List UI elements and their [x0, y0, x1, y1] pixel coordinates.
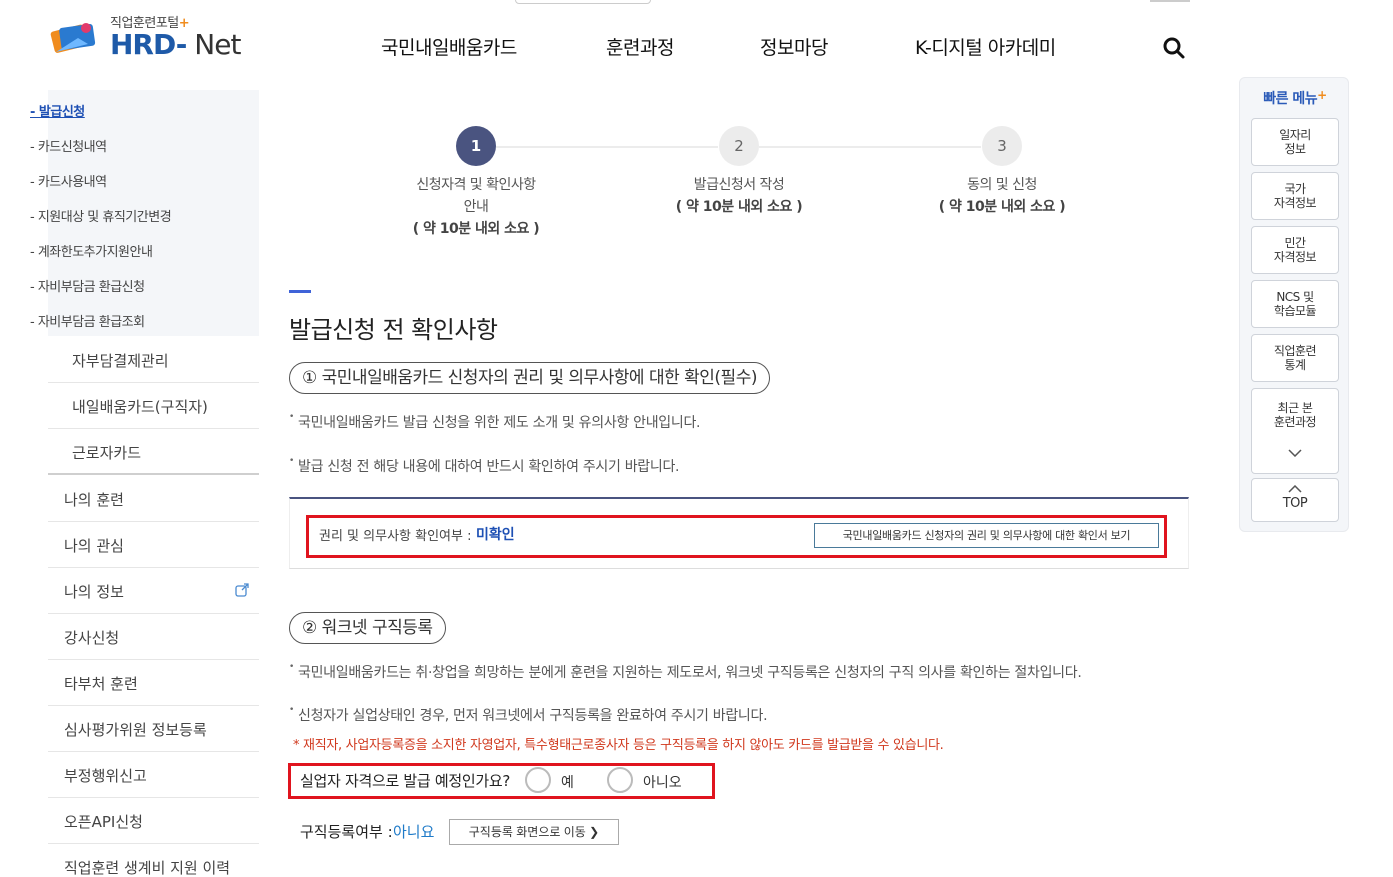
sidebar-group-label: 근로자카드 — [72, 444, 142, 462]
job-registration-value: 아니요 — [393, 823, 435, 841]
top-utility-tab — [515, 0, 651, 4]
step-3-time: ( 약 10분 내외 소요 ) — [938, 199, 1066, 215]
sidebar-my-interest[interactable]: 나의 관심 — [48, 522, 259, 568]
sidebar-evaluator-register[interactable]: 심사평가위원 정보등록 — [48, 706, 259, 752]
confirm-status-label: 권리 및 의무사항 확인여부 : — [319, 529, 472, 544]
sidebar-item-issue-apply[interactable]: - 발급신청 — [30, 101, 85, 120]
quick-training-stats[interactable]: 직업훈련 통계 — [1251, 334, 1339, 382]
step-3-circle: 3 — [982, 126, 1022, 166]
sidebar-item-refund-apply[interactable]: - 자비부담금 환급신청 — [30, 276, 145, 295]
sidebar-main-label: 직업훈련 생계비 지원 이력 — [64, 859, 231, 877]
job-registration-label: 구직등록여부 : — [300, 823, 393, 841]
sidebar-other-ministry-training[interactable]: 타부처 훈련 — [48, 660, 259, 706]
step-3-label: 동의 및 신청 ( 약 10분 내외 소요 ) — [892, 174, 1112, 218]
sidebar-main-label: 나의 정보 — [64, 583, 124, 601]
sidebar-main-label: 심사평가위원 정보등록 — [64, 721, 207, 739]
step-1-title-2: 안내 — [463, 199, 489, 215]
external-link-icon — [235, 583, 249, 597]
radio-no-label[interactable]: 아니오 — [643, 772, 682, 792]
sidebar-fraud-report[interactable]: 부정행위신고 — [48, 752, 259, 798]
step-2-title: 발급신청서 작성 — [693, 177, 785, 193]
sidebar-item-limit-info[interactable]: - 계좌한도추가지원안내 — [30, 241, 153, 260]
sidebar-main-label: 나의 훈련 — [64, 491, 124, 509]
quick-national-cert[interactable]: 국가 자격정보 — [1251, 172, 1339, 220]
quick-recent-courses[interactable]: 최근 본 훈련과정 — [1251, 388, 1339, 474]
sidebar-my-training[interactable]: 나의 훈련 — [48, 476, 259, 522]
view-rights-duties-button[interactable]: 국민내일배움카드 신청자의 권리 및 의무사항에 대한 확인서 보기 — [814, 523, 1159, 548]
sidebar-group-label: 자부담결제관리 — [72, 352, 169, 370]
step-1-time: ( 약 10분 내외 소요 ) — [412, 221, 540, 237]
radio-no[interactable] — [607, 767, 633, 793]
go-job-registration-button[interactable]: 구직등록 화면으로 이동 ❯ — [449, 819, 619, 845]
chevron-up-icon — [1288, 485, 1302, 493]
step-1-circle: 1 — [456, 126, 496, 166]
sidebar-instructor-apply[interactable]: 강사신청 — [48, 614, 259, 660]
gnb-training-courses[interactable]: 훈련과정 — [606, 33, 674, 60]
step-connector — [496, 146, 718, 148]
section1-bullet-2: 발급 신청 전 해당 내용에 대하여 반드시 확인하여 주시기 바랍니다. — [289, 456, 679, 476]
section2-bullet-1: 국민내일배움카드는 취·창업을 희망하는 분에게 훈련을 지원하는 제도로서, … — [289, 662, 1082, 682]
quick-menu: 빠른 메뉴+ 일자리 정보 국가 자격정보 민간 자격정보 NCS 및 학습모듈 직업훈… — [1239, 77, 1349, 532]
section2-note: * 재직자, 사업자등록증을 소지한 자영업자, 특수형태근로종사자 등은 구직… — [293, 738, 944, 753]
radio-yes[interactable] — [525, 767, 551, 793]
section2-heading: ② 워크넷 구직등록 — [289, 612, 446, 644]
sidebar-main-label: 오픈API신청 — [64, 813, 143, 831]
sidebar-item-card-history[interactable]: - 카드신청내역 — [30, 136, 107, 155]
step-connector — [759, 146, 981, 148]
search-icon[interactable] — [1162, 36, 1186, 60]
quick-ncs-modules[interactable]: NCS 및 학습모듈 — [1251, 280, 1339, 328]
sidebar-open-api[interactable]: 오픈API신청 — [48, 798, 259, 844]
step-2-label: 발급신청서 작성 ( 약 10분 내외 소요 ) — [629, 174, 849, 218]
sidebar-group-jobseeker-card[interactable]: 내일배움카드(구직자) — [48, 383, 259, 429]
step-2-time: ( 약 10분 내외 소요 ) — [675, 199, 803, 215]
quick-top-button[interactable]: TOP — [1251, 478, 1339, 522]
sidebar-main-label: 강사신청 — [64, 629, 120, 647]
sidebar-my-info[interactable]: 나의 정보 — [48, 568, 259, 614]
gnb-info-plaza[interactable]: 정보마당 — [760, 33, 828, 60]
sidebar-group-worker-card[interactable]: 근로자카드 — [48, 429, 259, 475]
section2-bullet-2: 신청자가 실업상태인 경우, 먼저 워크넷에서 구직등록을 완료하여 주시기 바… — [289, 705, 768, 725]
sidebar-item-support-change[interactable]: - 지원대상 및 휴직기간변경 — [30, 206, 172, 225]
gnb-k-digital-academy[interactable]: K-디지털 아카데미 — [915, 33, 1056, 60]
sidebar-main-label: 나의 관심 — [64, 537, 124, 555]
step-2-circle: 2 — [719, 126, 759, 166]
quick-private-cert[interactable]: 민간 자격정보 — [1251, 226, 1339, 274]
sidebar-main-label: 타부처 훈련 — [64, 675, 138, 693]
sidebar-main-label: 부정행위신고 — [64, 767, 147, 785]
gnb-national-card[interactable]: 국민내일배움카드 — [381, 33, 517, 60]
sidebar-group-self-pay[interactable]: 자부담결제관리 — [48, 337, 259, 383]
radio-yes-label[interactable]: 예 — [561, 772, 574, 792]
quick-top-label: TOP — [1282, 496, 1308, 511]
title-accent-bar — [289, 290, 311, 293]
step-1-label: 신청자격 및 확인사항 안내 ( 약 10분 내외 소요 ) — [366, 174, 586, 240]
chevron-down-icon[interactable] — [1288, 449, 1302, 457]
sidebar-item-refund-inquiry[interactable]: - 자비부담금 환급조회 — [30, 311, 145, 330]
sidebar-item-card-usage[interactable]: - 카드사용내역 — [30, 171, 107, 190]
page-title: 발급신청 전 확인사항 — [289, 316, 498, 344]
confirm-status-value: 미확인 — [476, 527, 515, 543]
quick-job-info[interactable]: 일자리 정보 — [1251, 118, 1339, 166]
unemployed-question: 실업자 자격으로 발급 예정인가요? — [300, 772, 511, 790]
quick-menu-title: 빠른 메뉴+ — [1263, 88, 1327, 107]
sidebar-group-label: 내일배움카드(구직자) — [72, 398, 208, 416]
sidebar-living-cost-history[interactable]: 직업훈련 생계비 지원 이력 — [48, 844, 259, 877]
section1-heading: ① 국민내일배움카드 신청자의 권리 및 의무사항에 대한 확인(필수) — [289, 362, 770, 394]
top-utility-mini — [1150, 0, 1190, 2]
step-3-title: 동의 및 신청 — [967, 177, 1037, 193]
step-1-title: 신청자격 및 확인사항 — [416, 177, 536, 193]
section1-bullet-1: 국민내일배움카드 발급 신청을 위한 제도 소개 및 유의사항 안내입니다. — [289, 412, 700, 432]
